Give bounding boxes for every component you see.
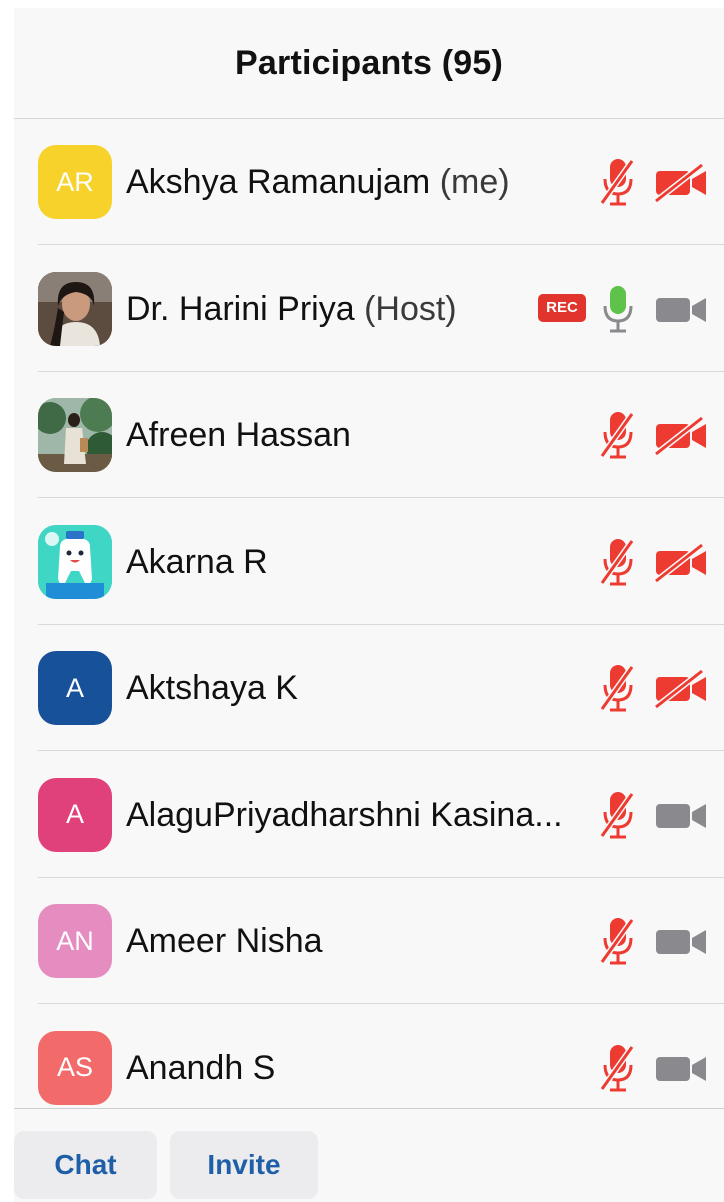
participant-name: Aktshaya K bbox=[126, 625, 298, 751]
participant-name-text: Aktshaya K bbox=[126, 669, 298, 707]
microphone-muted-icon[interactable] bbox=[598, 537, 638, 589]
microphone-muted-icon[interactable] bbox=[598, 410, 638, 462]
microphone-muted-icon[interactable] bbox=[598, 916, 638, 968]
participant-row[interactable]: AN Ameer Nisha bbox=[14, 878, 724, 1004]
participant-row[interactable]: AS Anandh S bbox=[14, 1005, 724, 1112]
microphone-icon[interactable] bbox=[598, 284, 638, 336]
video-camera-icon[interactable] bbox=[654, 290, 710, 330]
participant-name-text: Akarna R bbox=[126, 542, 268, 581]
header: Participants (95) bbox=[14, 8, 724, 119]
participant-role: (Host) bbox=[364, 289, 457, 328]
participant-name: Akshya Ramanujam (me) bbox=[126, 119, 510, 245]
participant-name: Afreen Hassan bbox=[126, 372, 351, 498]
bottom-bar: Chat Invite bbox=[14, 1108, 724, 1202]
participant-row[interactable]: A Aktshaya K bbox=[14, 625, 724, 751]
video-camera-off-icon[interactable] bbox=[654, 162, 710, 204]
participant-name-text: Anandh S bbox=[126, 1048, 276, 1087]
participant-name: Dr. Harini Priya (Host) bbox=[126, 246, 457, 372]
microphone-muted-icon[interactable] bbox=[598, 790, 638, 842]
participant-row[interactable]: Dr. Harini Priya (Host) REC bbox=[14, 246, 724, 372]
avatar: A bbox=[38, 651, 112, 725]
avatar-cartoon-tooth-icon bbox=[38, 524, 112, 599]
participant-name-text: Akshya Ramanujam bbox=[126, 163, 431, 201]
microphone-muted-icon[interactable] bbox=[598, 663, 638, 715]
avatar: AN bbox=[38, 904, 112, 978]
recording-badge: REC bbox=[538, 293, 586, 322]
participant-role: (me) bbox=[439, 163, 510, 201]
microphone-muted-icon[interactable] bbox=[598, 157, 638, 209]
participant-name: Akarna R bbox=[126, 499, 268, 625]
participant-name-text: AlaguPriyadharshni Kasina... bbox=[126, 795, 563, 834]
avatar: AS bbox=[38, 1030, 112, 1105]
participant-name-text: Dr. Harini Priya bbox=[126, 289, 355, 328]
avatar: A bbox=[38, 777, 112, 852]
participant-name: AlaguPriyadharshni Kasina... bbox=[126, 752, 563, 878]
participant-list[interactable]: AR Akshya Ramanujam (me) Dr. Harini Priya … bbox=[14, 119, 724, 1111]
video-camera-icon[interactable] bbox=[654, 796, 710, 836]
participant-row[interactable]: AR Akshya Ramanujam (me) bbox=[14, 119, 724, 245]
microphone-muted-icon[interactable] bbox=[598, 1043, 638, 1095]
avatar-photo-outdoor-icon bbox=[38, 398, 112, 472]
participant-row[interactable]: Afreen Hassan bbox=[14, 372, 724, 498]
video-camera-off-icon[interactable] bbox=[654, 668, 710, 710]
invite-button[interactable]: Invite bbox=[170, 1131, 318, 1199]
chat-button[interactable]: Chat bbox=[14, 1131, 157, 1199]
participants-screen: Participants (95) AR Akshya Ramanujam (me… bbox=[14, 8, 724, 1202]
participant-row[interactable]: Akarna R bbox=[14, 499, 724, 625]
video-camera-off-icon[interactable] bbox=[654, 415, 710, 457]
video-camera-icon[interactable] bbox=[654, 922, 710, 962]
participant-name-text: Afreen Hassan bbox=[126, 416, 351, 454]
participant-name: Anandh S bbox=[126, 1005, 275, 1112]
avatar-photo-person-icon bbox=[38, 271, 112, 346]
video-camera-icon[interactable] bbox=[654, 1049, 710, 1089]
participant-row[interactable]: A AlaguPriyadharshni Kasina... bbox=[14, 752, 724, 878]
page-title: Participants (95) bbox=[235, 43, 503, 82]
participant-name-text: Ameer Nisha bbox=[126, 922, 323, 960]
avatar: AR bbox=[38, 145, 112, 219]
participant-name: Ameer Nisha bbox=[126, 878, 323, 1004]
video-camera-off-icon[interactable] bbox=[654, 542, 710, 583]
